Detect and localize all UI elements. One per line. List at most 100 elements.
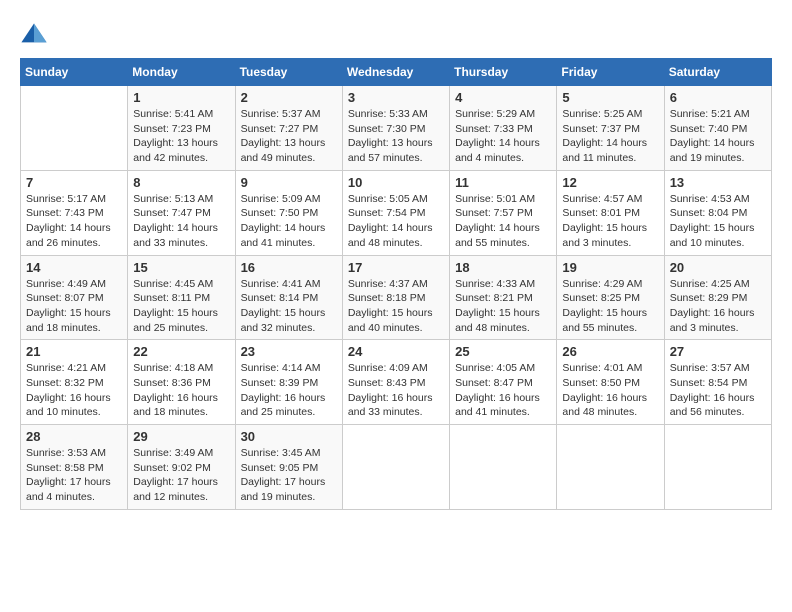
calendar-cell: 29Sunrise: 3:49 AMSunset: 9:02 PMDayligh… [128,425,235,510]
calendar-cell: 2 Sunrise: 5:37 AMSunset: 7:27 PMDaylight… [235,86,342,171]
sun-info: Sunrise: 5:17 AMSunset: 7:43 PMDaylight:… [26,192,122,251]
sun-info: Sunrise: 5:13 AMSunset: 7:47 PMDaylight:… [133,192,229,251]
calendar-cell: 10 Sunrise: 5:05 AMSunset: 7:54 PMDayligh… [342,170,449,255]
calendar-cell [557,425,664,510]
day-number: 27 [670,344,766,359]
calendar-cell [664,425,771,510]
calendar-cell: 1Sunrise: 5:41 AMSunset: 7:23 PMDaylight… [128,86,235,171]
calendar-week-1: 1Sunrise: 5:41 AMSunset: 7:23 PMDaylight… [21,86,772,171]
calendar-cell: 4 Sunrise: 5:29 AMSunset: 7:33 PMDaylight… [450,86,557,171]
sun-info: Sunrise: 5:37 AMSunset: 7:27 PMDaylight:… [241,107,337,166]
sun-info: Sunrise: 4:14 AMSunset: 8:39 PMDaylight:… [241,361,337,420]
sun-info: Sunrise: 4:41 AMSunset: 8:14 PMDaylight:… [241,277,337,336]
calendar-cell: 22 Sunrise: 4:18 AMSunset: 8:36 PMDayligh… [128,340,235,425]
calendar-cell: 6 Sunrise: 5:21 AMSunset: 7:40 PMDaylight… [664,86,771,171]
sun-info: Sunrise: 5:33 AMSunset: 7:30 PMDaylight:… [348,107,444,166]
calendar-week-5: 28 Sunrise: 3:53 AMSunset: 8:58 PMDayligh… [21,425,772,510]
day-number: 7 [26,175,122,190]
col-friday: Friday [557,59,664,86]
day-number: 19 [562,260,658,275]
sun-info: Sunrise: 4:57 AMSunset: 8:01 PMDaylight:… [562,192,658,251]
day-number: 18 [455,260,551,275]
calendar-cell: 17Sunrise: 4:37 AMSunset: 8:18 PMDayligh… [342,255,449,340]
sun-info: Sunrise: 4:01 AMSunset: 8:50 PMDaylight:… [562,361,658,420]
sun-info: Sunrise: 5:21 AMSunset: 7:40 PMDaylight:… [670,107,766,166]
calendar-cell: 30 Sunrise: 3:45 AMSunset: 9:05 PMDayligh… [235,425,342,510]
calendar-cell [450,425,557,510]
calendar-cell: 18 Sunrise: 4:33 AMSunset: 8:21 PMDayligh… [450,255,557,340]
day-number: 12 [562,175,658,190]
day-number: 2 [241,90,337,105]
calendar-cell: 9 Sunrise: 5:09 AMSunset: 7:50 PMDaylight… [235,170,342,255]
day-number: 30 [241,429,337,444]
day-number: 14 [26,260,122,275]
calendar-cell: 25 Sunrise: 4:05 AMSunset: 8:47 PMDayligh… [450,340,557,425]
day-number: 22 [133,344,229,359]
sun-info: Sunrise: 5:01 AMSunset: 7:57 PMDaylight:… [455,192,551,251]
sun-info: Sunrise: 4:29 AMSunset: 8:25 PMDaylight:… [562,277,658,336]
sun-info: Sunrise: 4:49 AMSunset: 8:07 PMDaylight:… [26,277,122,336]
sun-info: Sunrise: 4:53 AMSunset: 8:04 PMDaylight:… [670,192,766,251]
day-number: 28 [26,429,122,444]
sun-info: Sunrise: 4:33 AMSunset: 8:21 PMDaylight:… [455,277,551,336]
header-row: Sunday Monday Tuesday Wednesday Thursday… [21,59,772,86]
calendar-cell: 20Sunrise: 4:25 AMSunset: 8:29 PMDayligh… [664,255,771,340]
day-number: 15 [133,260,229,275]
calendar-cell: 14 Sunrise: 4:49 AMSunset: 8:07 PMDayligh… [21,255,128,340]
sun-info: Sunrise: 4:25 AMSunset: 8:29 PMDaylight:… [670,277,766,336]
day-number: 3 [348,90,444,105]
day-number: 21 [26,344,122,359]
day-number: 5 [562,90,658,105]
calendar-cell: 7 Sunrise: 5:17 AMSunset: 7:43 PMDaylight… [21,170,128,255]
calendar-cell: 16 Sunrise: 4:41 AMSunset: 8:14 PMDayligh… [235,255,342,340]
calendar-cell: 28 Sunrise: 3:53 AMSunset: 8:58 PMDayligh… [21,425,128,510]
calendar-cell: 15 Sunrise: 4:45 AMSunset: 8:11 PMDayligh… [128,255,235,340]
day-number: 25 [455,344,551,359]
sun-info: Sunrise: 5:41 AMSunset: 7:23 PMDaylight:… [133,107,229,166]
col-monday: Monday [128,59,235,86]
day-number: 10 [348,175,444,190]
col-saturday: Saturday [664,59,771,86]
calendar-cell: 13Sunrise: 4:53 AMSunset: 8:04 PMDayligh… [664,170,771,255]
calendar-table: Sunday Monday Tuesday Wednesday Thursday… [20,58,772,510]
sun-info: Sunrise: 5:25 AMSunset: 7:37 PMDaylight:… [562,107,658,166]
sun-info: Sunrise: 3:53 AMSunset: 8:58 PMDaylight:… [26,446,122,505]
calendar-cell [21,86,128,171]
calendar-cell: 8Sunrise: 5:13 AMSunset: 7:47 PMDaylight… [128,170,235,255]
calendar-cell: 26Sunrise: 4:01 AMSunset: 8:50 PMDayligh… [557,340,664,425]
sun-info: Sunrise: 5:29 AMSunset: 7:33 PMDaylight:… [455,107,551,166]
day-number: 4 [455,90,551,105]
sun-info: Sunrise: 5:05 AMSunset: 7:54 PMDaylight:… [348,192,444,251]
sun-info: Sunrise: 4:05 AMSunset: 8:47 PMDaylight:… [455,361,551,420]
day-number: 11 [455,175,551,190]
day-number: 16 [241,260,337,275]
calendar-cell: 19 Sunrise: 4:29 AMSunset: 8:25 PMDayligh… [557,255,664,340]
calendar-cell: 12 Sunrise: 4:57 AMSunset: 8:01 PMDayligh… [557,170,664,255]
page-header [20,20,772,48]
calendar-cell: 23 Sunrise: 4:14 AMSunset: 8:39 PMDayligh… [235,340,342,425]
calendar-cell: 3 Sunrise: 5:33 AMSunset: 7:30 PMDaylight… [342,86,449,171]
calendar-cell [342,425,449,510]
day-number: 9 [241,175,337,190]
calendar-cell: 5 Sunrise: 5:25 AMSunset: 7:37 PMDaylight… [557,86,664,171]
calendar-week-2: 7 Sunrise: 5:17 AMSunset: 7:43 PMDaylight… [21,170,772,255]
col-tuesday: Tuesday [235,59,342,86]
calendar-cell: 11 Sunrise: 5:01 AMSunset: 7:57 PMDayligh… [450,170,557,255]
sun-info: Sunrise: 3:45 AMSunset: 9:05 PMDaylight:… [241,446,337,505]
calendar-cell: 24 Sunrise: 4:09 AMSunset: 8:43 PMDayligh… [342,340,449,425]
sun-info: Sunrise: 4:09 AMSunset: 8:43 PMDaylight:… [348,361,444,420]
day-number: 23 [241,344,337,359]
col-sunday: Sunday [21,59,128,86]
logo-icon [20,20,48,48]
day-number: 17 [348,260,444,275]
col-wednesday: Wednesday [342,59,449,86]
day-number: 24 [348,344,444,359]
sun-info: Sunrise: 4:18 AMSunset: 8:36 PMDaylight:… [133,361,229,420]
day-number: 29 [133,429,229,444]
calendar-week-4: 21Sunrise: 4:21 AMSunset: 8:32 PMDayligh… [21,340,772,425]
logo [20,20,52,48]
day-number: 6 [670,90,766,105]
sun-info: Sunrise: 3:57 AMSunset: 8:54 PMDaylight:… [670,361,766,420]
sun-info: Sunrise: 4:45 AMSunset: 8:11 PMDaylight:… [133,277,229,336]
sun-info: Sunrise: 5:09 AMSunset: 7:50 PMDaylight:… [241,192,337,251]
